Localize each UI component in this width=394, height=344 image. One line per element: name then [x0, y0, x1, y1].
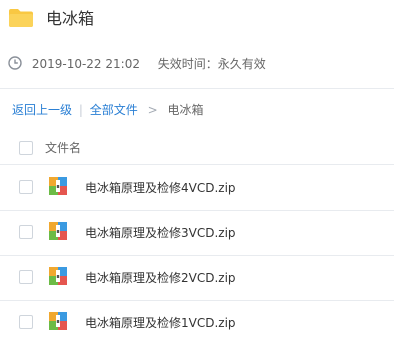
zip-archive-icon — [49, 222, 67, 240]
file-name[interactable]: 电冰箱原理及检修3VCD.zip — [85, 225, 236, 241]
file-row[interactable]: 电冰箱原理及检修4VCD.zip — [0, 165, 394, 210]
file-row[interactable]: 电冰箱原理及检修2VCD.zip — [0, 255, 394, 300]
row-checkbox[interactable] — [19, 270, 33, 284]
file-name[interactable]: 电冰箱原理及检修2VCD.zip — [85, 270, 236, 286]
all-files-link[interactable]: 全部文件 — [90, 103, 138, 117]
share-date: 2019-10-22 21:02 — [31, 57, 140, 71]
file-name[interactable]: 电冰箱原理及检修1VCD.zip — [85, 315, 236, 331]
file-row[interactable]: 电冰箱原理及检修3VCD.zip — [0, 210, 394, 255]
file-name[interactable]: 电冰箱原理及检修4VCD.zip — [85, 180, 236, 196]
share-meta: 2019-10-22 21:02 失效时间：永久有效 — [8, 56, 266, 72]
row-checkbox[interactable] — [19, 180, 33, 194]
folder-icon — [9, 9, 33, 27]
zip-archive-icon — [49, 267, 67, 285]
row-checkbox[interactable] — [19, 315, 33, 329]
breadcrumb-separator: | — [78, 103, 83, 117]
back-link[interactable]: 返回上一级 — [12, 103, 72, 117]
expiry-text: 失效时间：永久有效 — [157, 57, 266, 71]
divider — [0, 88, 394, 89]
page-title: 电冰箱 — [46, 9, 95, 28]
breadcrumb: 返回上一级 | 全部文件 > 电冰箱 — [12, 102, 203, 118]
breadcrumb-arrow: > — [147, 103, 158, 117]
zip-archive-icon — [49, 312, 67, 330]
breadcrumb-current: 电冰箱 — [167, 103, 204, 117]
select-all-checkbox[interactable] — [19, 141, 33, 155]
file-row[interactable]: 电冰箱原理及检修1VCD.zip — [0, 300, 394, 344]
clock-icon — [8, 56, 22, 70]
header: 电冰箱 — [0, 0, 394, 40]
filename-column-header: 文件名 — [45, 141, 82, 155]
row-checkbox[interactable] — [19, 225, 33, 239]
zip-archive-icon — [49, 177, 67, 195]
